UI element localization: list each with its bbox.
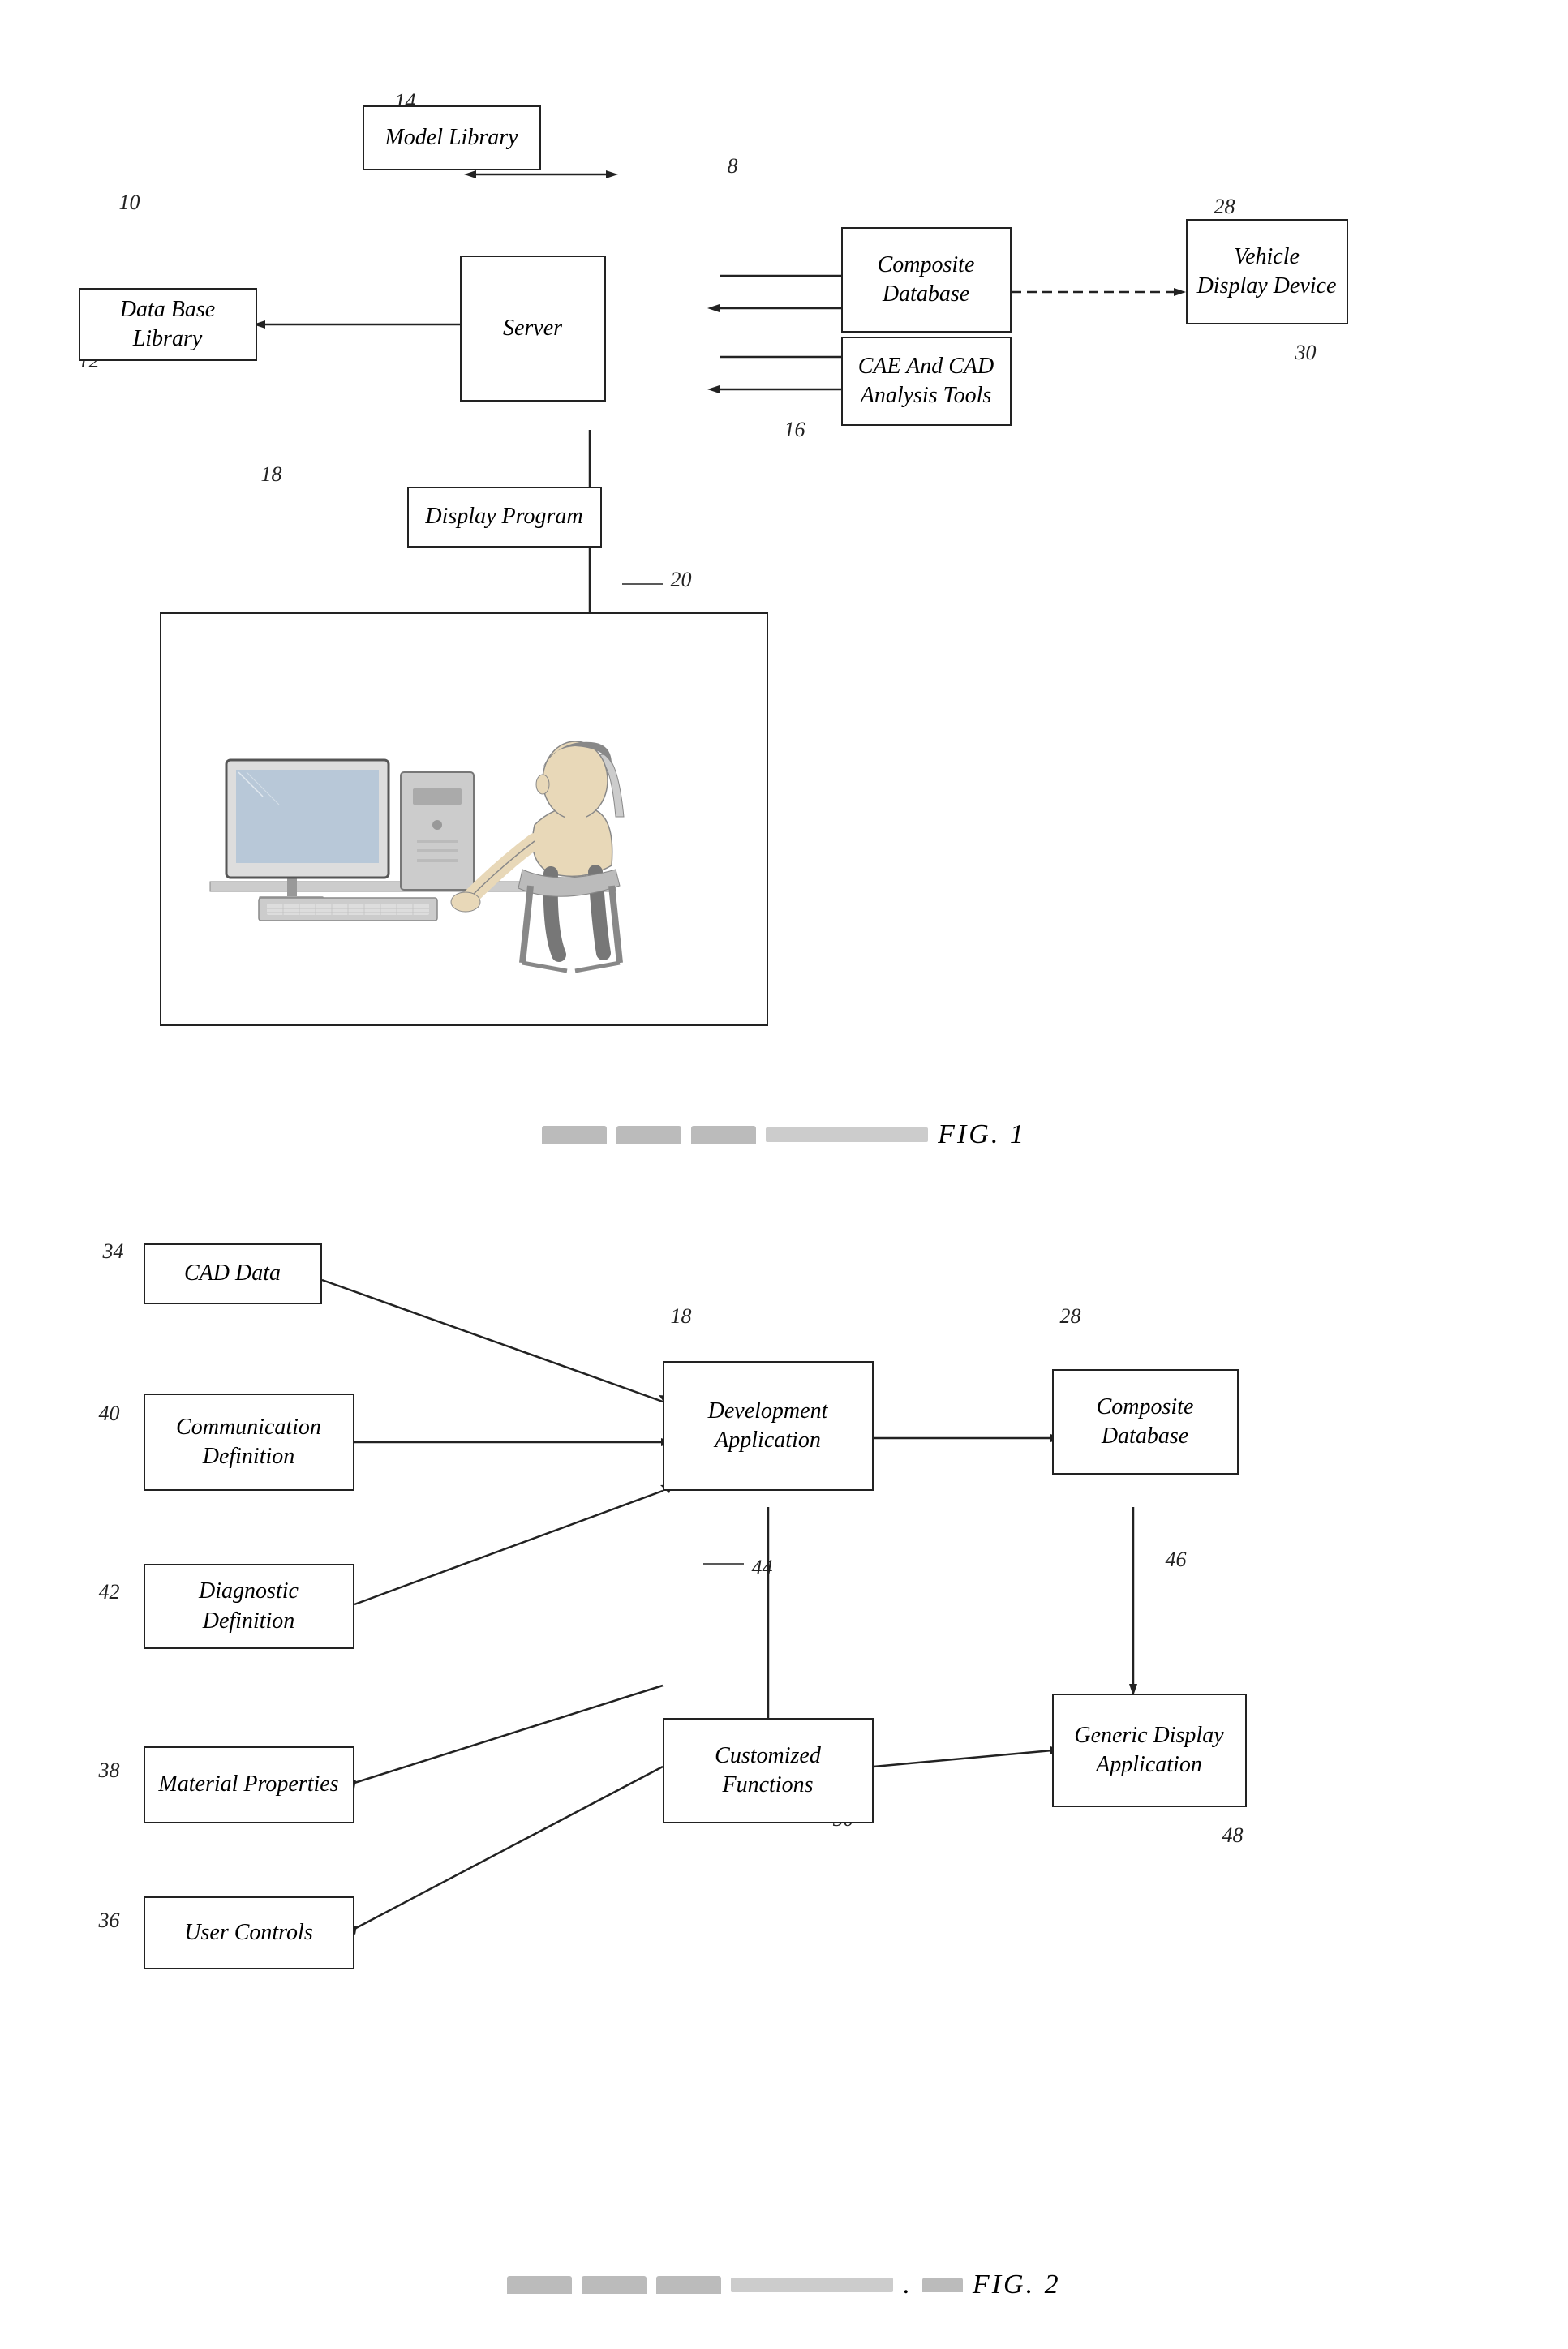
material-properties-box: Material Properties <box>144 1746 354 1823</box>
ref-20: 20 <box>671 568 692 592</box>
ref2-34: 34 <box>103 1239 124 1264</box>
fig-tab-3 <box>691 1126 756 1144</box>
ref2-48: 48 <box>1222 1823 1244 1848</box>
ref-30: 30 <box>1295 341 1317 365</box>
fig-tab-4 <box>507 2276 572 2294</box>
model-library-box: Model Library <box>363 105 541 170</box>
fig-tab-wide-1 <box>766 1127 928 1142</box>
cae-cad-box: CAE And CAD Analysis Tools <box>841 337 1012 426</box>
generic-display-box: Generic Display Application <box>1052 1694 1247 1807</box>
vehicle-display-box: Vehicle Display Device <box>1186 219 1348 324</box>
communication-definition-box: Communication Definition <box>144 1394 354 1491</box>
fig1-label-area: FIG. 1 <box>49 1119 1519 1150</box>
fig-tab-6 <box>656 2276 721 2294</box>
fig2-separator: . <box>903 2270 913 2300</box>
ref-16: 16 <box>784 418 805 442</box>
ref2-38: 38 <box>99 1759 120 1783</box>
computer-workstation-box <box>160 612 768 1026</box>
fig-tab-5 <box>582 2276 647 2294</box>
fig-tab-wide-2 <box>731 2278 893 2292</box>
ref2-44: 44 <box>752 1556 773 1580</box>
display-program-box: Display Program <box>407 487 602 548</box>
ref-18: 18 <box>261 462 282 487</box>
ref2-18: 18 <box>671 1304 692 1329</box>
development-application-box: Development Application <box>663 1361 874 1491</box>
ref2-42: 42 <box>99 1580 120 1604</box>
ref-10: 10 <box>119 191 140 215</box>
fig2-number: FIG. 2 <box>973 2270 1061 2300</box>
fig-tab-2 <box>616 1126 681 1144</box>
fig2-label-area: . FIG. 2 <box>49 2270 1519 2300</box>
ref-28: 28 <box>1214 195 1235 219</box>
diagnostic-definition-box: Diagnostic Definition <box>144 1564 354 1649</box>
user-controls-box: User Controls <box>144 1896 354 1969</box>
database-library-box: Data Base Library <box>79 288 257 361</box>
composite-database-box: Composite Database <box>841 227 1012 333</box>
ref-8: 8 <box>728 154 738 178</box>
ref2-36: 36 <box>99 1909 120 1933</box>
fig1-number: FIG. 1 <box>938 1119 1026 1150</box>
fig-tab-small <box>922 2278 963 2292</box>
figure-1: 14 10 12 8 16 28 30 18 20 22 24b 24a 24c… <box>54 49 1514 1103</box>
server-box: Server <box>460 256 606 402</box>
ref2-46: 46 <box>1166 1548 1187 1572</box>
composite-database-box2: Composite Database <box>1052 1369 1239 1475</box>
figure-2: 34 40 42 38 36 18 44 28 46 50 48 CAD Dat… <box>54 1199 1514 2253</box>
ref2-28: 28 <box>1060 1304 1081 1329</box>
customized-functions-box: Customized Functions <box>663 1718 874 1823</box>
fig-tab-1 <box>542 1126 607 1144</box>
cad-data-box: CAD Data <box>144 1243 322 1304</box>
ref2-40: 40 <box>99 1402 120 1426</box>
